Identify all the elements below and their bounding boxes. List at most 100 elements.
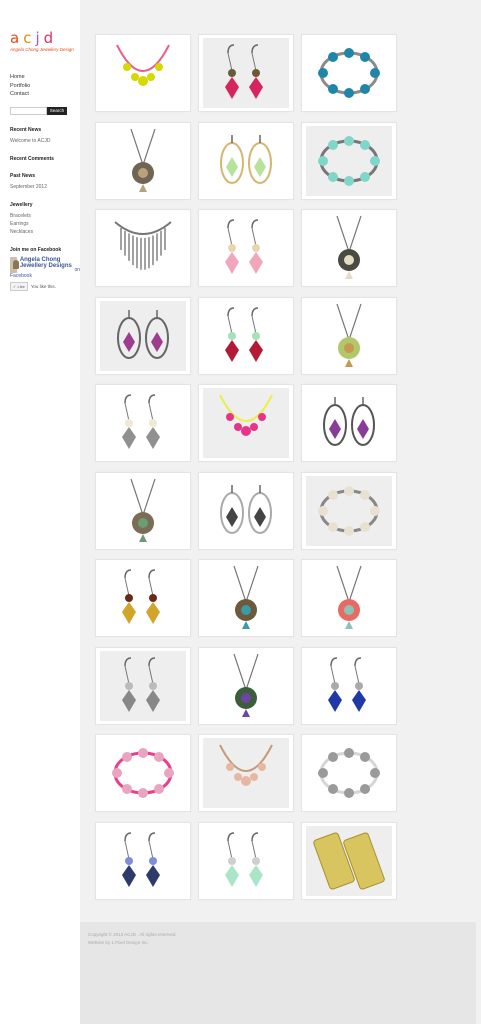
jewellery-widget: Jewellery Bracelets Earrings Necklaces (10, 202, 80, 236)
product-photo (306, 300, 392, 371)
product-photo (306, 825, 392, 896)
jewellery-link-necklaces[interactable]: Necklaces (10, 228, 80, 236)
recent-comments-title: Recent Comments (10, 155, 54, 162)
necklace-icon (116, 44, 170, 86)
gallery-item-feather-bead-pendant[interactable] (301, 559, 397, 637)
footer-credit[interactable]: Website by 1 Pixel Design Inc. (88, 939, 468, 947)
product-photo (100, 738, 186, 808)
product-photo (306, 563, 392, 633)
footer: Copyright © 2013 ACJD . All rights reser… (80, 922, 476, 1024)
pendant-icon (233, 653, 259, 717)
gallery-item-gold-cluster-earrings[interactable] (95, 559, 191, 637)
logo-letter-j: j (35, 29, 44, 47)
past-news-title: Past News (10, 172, 36, 179)
nav-contact[interactable]: Contact (10, 90, 80, 99)
recent-news-title: Recent News (10, 126, 42, 133)
recent-comments-widget: Recent Comments (10, 156, 80, 162)
gallery-item-blue-leaf-earrings[interactable] (301, 646, 397, 725)
bracelet-icon (318, 48, 380, 98)
gallery-item-aqua-bracelet[interactable] (301, 121, 397, 200)
facebook-like-label: Like (17, 283, 25, 289)
product-photo (306, 213, 392, 283)
jewellery-link-bracelets[interactable]: Bracelets (10, 212, 80, 220)
jewellery-title: Jewellery (10, 201, 33, 208)
product-photo (203, 738, 289, 808)
facebook-like-button[interactable]: ✓ Like (10, 281, 28, 291)
earrings-icon (225, 306, 263, 362)
gallery-item-silver-leaf-earrings[interactable] (95, 646, 191, 725)
facebook-page-name[interactable]: Angela Chong Jewellery Designs (20, 257, 74, 270)
hoops-icon (220, 484, 272, 534)
logo-letter-d: d (43, 29, 58, 47)
site-logo[interactable]: acjd Angela Chong Jewellery Design (10, 30, 80, 53)
gallery-item-feather-pendant[interactable] (95, 471, 191, 550)
bracelet-icon (318, 485, 380, 536)
facebook-title: Join me on Facebook (10, 246, 62, 253)
gallery-item-gold-mesh-cuffs[interactable] (301, 821, 397, 900)
product-photo (203, 213, 289, 283)
hoops-icon (117, 309, 169, 359)
gallery-item-clock-pendant[interactable] (198, 559, 294, 637)
facebook-avatar[interactable] (10, 256, 19, 273)
logo-letter-a: a (10, 29, 24, 47)
earrings-icon (122, 569, 160, 624)
gallery-item-purple-teardrop-earrings[interactable] (301, 384, 397, 462)
gallery-item-charm-necklace[interactable] (95, 34, 191, 112)
search-input[interactable] (10, 106, 47, 115)
search-form: Search (10, 106, 80, 115)
gallery-item-silver-chain-bracelet[interactable] (301, 734, 397, 812)
gallery-item-blue-bracelet[interactable] (301, 34, 397, 112)
fringe-icon (114, 221, 172, 270)
gallery-item-bird-nest-pendant[interactable] (301, 209, 397, 287)
gallery-item-pink-yellow-necklace[interactable] (198, 384, 294, 462)
gallery-item-red-green-cluster-earrings[interactable] (198, 296, 294, 375)
gallery-item-green-hoop-earrings[interactable] (198, 121, 294, 200)
product-photo (100, 300, 186, 371)
recent-news-link[interactable]: Welcome to ACJD (10, 137, 80, 145)
gallery-item-glass-orb-pendant[interactable] (198, 646, 294, 725)
pendant-icon (130, 478, 156, 542)
gallery-item-pink-drop-earrings[interactable] (198, 34, 294, 112)
jewellery-link-earrings[interactable]: Earrings (10, 220, 80, 228)
nav-home[interactable]: Home (10, 73, 80, 82)
hoops-icon (323, 397, 375, 446)
past-news-link[interactable]: September 2012 (10, 183, 80, 191)
logo-tagline: Angela Chong Jewellery Design (10, 47, 74, 52)
gallery-item-leaf-oval-earrings[interactable] (198, 471, 294, 550)
gallery-item-peach-bead-necklace[interactable] (198, 734, 294, 812)
product-photo (306, 388, 392, 458)
gallery-item-tree-pendant[interactable] (301, 296, 397, 375)
product-photo (100, 475, 186, 546)
search-button[interactable]: Search (47, 106, 67, 115)
product-photo (306, 475, 392, 546)
gallery-item-mint-leaf-earrings[interactable] (198, 821, 294, 900)
earrings-icon (122, 394, 160, 449)
gallery-item-key-necklace[interactable] (95, 121, 191, 200)
gallery-item-fringe-necklace[interactable] (95, 209, 191, 287)
product-photo (203, 38, 289, 108)
gallery-item-purple-oval-earrings[interactable] (95, 296, 191, 375)
facebook-like-row: ✓ Like You like this. (10, 281, 80, 291)
gallery-item-leaf-pearl-earrings[interactable] (95, 384, 191, 462)
past-news-widget: Past News September 2012 (10, 173, 80, 191)
product-photo (100, 213, 186, 283)
product-photo (306, 738, 392, 808)
earrings-icon (225, 831, 263, 887)
facebook-like-text: You like this. (30, 283, 56, 289)
facebook-page-box: Angela Chong Jewellery Designs on (10, 256, 80, 273)
pendant-icon (336, 303, 362, 367)
logo-letters: acjd (10, 30, 80, 46)
pendant-icon (336, 215, 362, 279)
product-photo (203, 563, 289, 633)
gallery-item-blue-crystal-earrings[interactable] (95, 821, 191, 900)
facebook-link[interactable]: Facebook (10, 273, 80, 279)
gallery-item-pink-bead-earrings[interactable] (198, 209, 294, 287)
main-content: Copyright © 2013 ACJD . All rights reser… (80, 0, 481, 1024)
earrings-icon (122, 656, 160, 712)
gallery-item-pearl-bracelet[interactable] (301, 471, 397, 550)
main-nav: Home Portfolio Contact (10, 73, 80, 99)
gallery-item-pink-ribbon-bracelet[interactable] (95, 734, 191, 812)
earrings-icon (225, 219, 263, 274)
nav-portfolio[interactable]: Portfolio (10, 82, 80, 91)
product-photo (203, 475, 289, 546)
